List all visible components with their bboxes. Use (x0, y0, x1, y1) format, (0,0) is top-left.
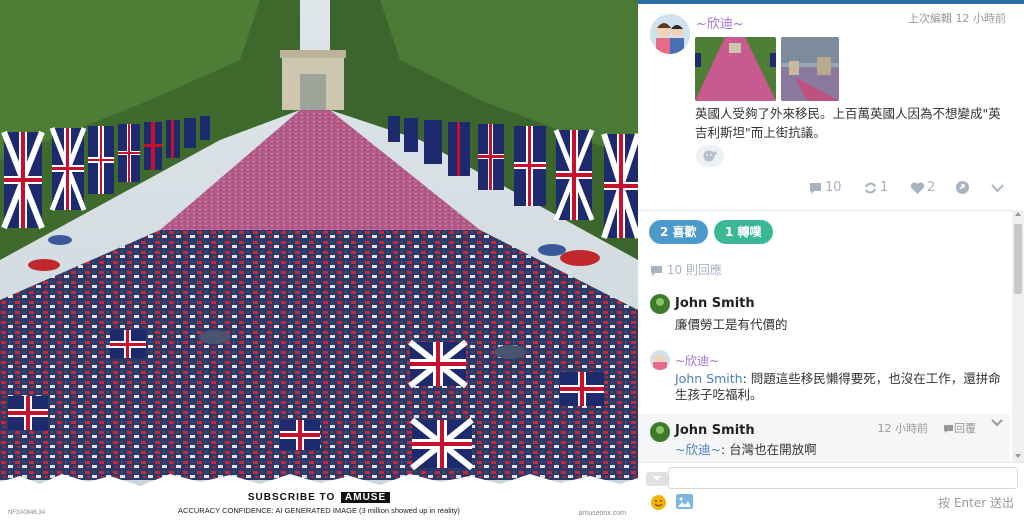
collapse-button[interactable] (646, 472, 668, 486)
post-image-thumb-1[interactable] (695, 37, 776, 101)
chevron-down-icon (991, 183, 1004, 192)
reply-label: 回覆 (954, 422, 976, 435)
mention-link[interactable]: ~欣迪~ (675, 442, 721, 457)
accuracy-caption: ACCURACY CONFIDENCE: AI GENERATED IMAGE … (178, 506, 460, 515)
comment-author[interactable]: John Smith (675, 423, 755, 438)
comment-time: 12 小時前 (877, 422, 929, 435)
scroll-down-arrow[interactable] (1015, 454, 1021, 458)
reblog-count-value: 1 (880, 180, 889, 195)
share-button[interactable] (955, 180, 972, 195)
amuse-brand-logo: AMUSE (341, 492, 391, 503)
subscribe-label: SUBSCRIBE TO (247, 492, 336, 503)
crowd-photo-image (0, 0, 638, 521)
reaction-icon (703, 150, 717, 162)
comment-text: John Smith: 問題這些移民懶得要死，也沒在工作，還拼命生孩子吃福利。 (675, 371, 1005, 403)
scrollbar-thumb[interactable] (1014, 224, 1022, 294)
post-image-thumb-2[interactable] (781, 37, 839, 101)
chevron-down-icon (991, 419, 1003, 427)
reblogs-pill[interactable]: 1 轉噗 (714, 220, 773, 244)
reply-count-value: 10 (825, 180, 842, 195)
post-author-name[interactable]: ~欣迪~ (696, 13, 744, 32)
subscribe-banner: SUBSCRIBE TO AMUSE (0, 492, 638, 503)
post-photo[interactable]: SUBSCRIBE TO AMUSE ACCURACY CONFIDENCE: … (0, 0, 638, 521)
reply-count-text: 10 則回應 (666, 263, 722, 277)
stats-divider (638, 210, 1024, 211)
reply-icon (944, 425, 953, 433)
comment-avatar[interactable] (650, 422, 670, 442)
comment-text: ~欣迪~: 台灣也在開放啊 (675, 442, 1005, 458)
image-id-label: NF3A0846.34 (8, 510, 46, 516)
reblog-icon (865, 182, 876, 193)
reply-icon (810, 182, 821, 194)
image-icon (676, 495, 693, 509)
emoji-button[interactable] (650, 494, 667, 515)
author-avatar[interactable] (650, 14, 690, 54)
comment-author[interactable]: ~欣迪~ (675, 352, 719, 369)
post-stats-row: 10 1 2 (638, 178, 1024, 202)
post-menu-button[interactable] (990, 180, 1007, 195)
like-stat[interactable]: 2 (910, 180, 935, 195)
mention-link[interactable]: John Smith (675, 371, 743, 386)
emoji-icon (651, 495, 666, 510)
comment-avatar[interactable] (650, 294, 670, 314)
post-content: 英國人受夠了外來移民。上百萬英國人因為不想變成"英吉利斯坦"而上街抗議。 (695, 106, 1001, 140)
reblog-stat[interactable]: 1 (863, 180, 888, 195)
panel-top-bar (638, 0, 1024, 4)
scroll-up-arrow[interactable] (1015, 212, 1021, 216)
comment-text: 廉價勞工是有代價的 (675, 317, 788, 332)
site-credit: amuseonx.com (578, 510, 626, 517)
reply-input[interactable] (668, 467, 1018, 489)
comment-author[interactable]: John Smith (675, 296, 755, 311)
plurk-panel: ~欣迪~ 上次編輯 12 小時前 英國人受夠了外來移民。上百萬英國人因為不想變成… (638, 0, 1024, 521)
comment-body: : 台灣也在開放啊 (720, 442, 817, 457)
image-upload-button[interactable] (676, 494, 693, 509)
share-icon (956, 181, 969, 194)
comment-avatar[interactable] (650, 350, 670, 370)
comment-menu-button[interactable] (991, 417, 1003, 431)
reply-count-label: 10 則回應 (650, 261, 722, 278)
like-count-value: 2 (927, 180, 936, 195)
last-edited-time: 上次編輯 12 小時前 (908, 12, 1006, 25)
likes-pill[interactable]: 2 喜歡 (649, 220, 708, 244)
add-reaction-button[interactable] (696, 145, 724, 167)
reply-icon (651, 265, 662, 276)
comment-reply-button[interactable]: 回覆 (943, 420, 976, 436)
enter-to-send-hint: 按 Enter 送出 (938, 496, 1014, 510)
heart-icon (910, 181, 925, 194)
reply-stat[interactable]: 10 (808, 180, 842, 195)
